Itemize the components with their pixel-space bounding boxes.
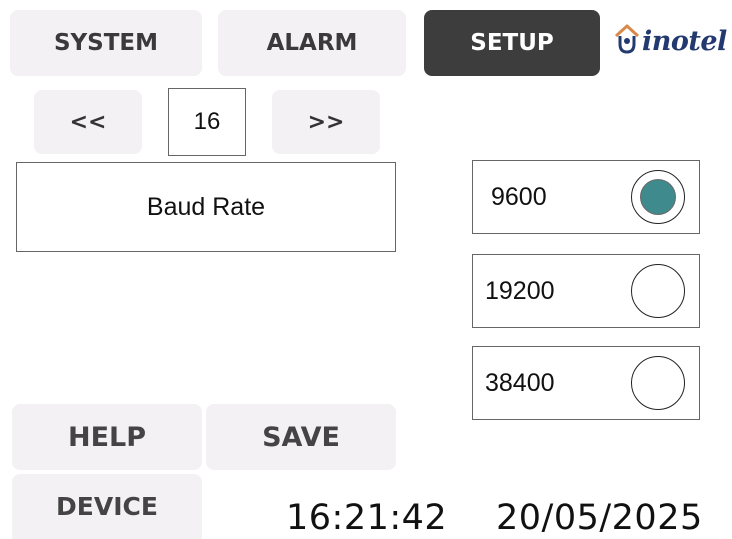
tab-alarm-label: ALARM [266, 30, 358, 56]
prev-page-button[interactable]: << [34, 90, 142, 154]
parameter-label-box: Baud Rate [16, 162, 396, 252]
logo-text: inotel [642, 25, 727, 57]
option-label: 38400 [485, 368, 555, 397]
page-number: 16 [168, 88, 246, 156]
page-number-value: 16 [193, 108, 221, 135]
option-label: 9600 [491, 182, 547, 211]
option-label: 19200 [485, 276, 555, 305]
help-button[interactable]: HELP [12, 404, 202, 470]
option-9600[interactable]: 9600 [472, 160, 700, 234]
option-19200[interactable]: 19200 [472, 254, 700, 328]
parameter-label: Baud Rate [146, 192, 266, 221]
help-label: HELP [67, 421, 147, 453]
save-button[interactable]: SAVE [206, 404, 396, 470]
device-label: DEVICE [56, 492, 158, 521]
clock-time: 16:21:42 [286, 498, 448, 538]
option-38400[interactable]: 38400 [472, 346, 700, 420]
tab-setup[interactable]: SETUP [424, 10, 600, 76]
radio-button-selected[interactable] [631, 170, 685, 224]
save-label: SAVE [262, 421, 340, 453]
tab-system-label: SYSTEM [53, 30, 159, 56]
house-icon [614, 22, 640, 60]
brand-logo: inotel [614, 18, 730, 64]
device-button[interactable]: DEVICE [12, 474, 202, 539]
tab-setup-label: SETUP [470, 30, 554, 56]
radio-button[interactable] [631, 264, 685, 318]
radio-button[interactable] [631, 356, 685, 410]
clock-date: 20/05/2025 [496, 498, 703, 538]
radio-dot [640, 179, 676, 215]
tab-system[interactable]: SYSTEM [10, 10, 202, 76]
next-page-button[interactable]: >> [272, 90, 380, 154]
tab-alarm[interactable]: ALARM [218, 10, 406, 76]
prev-page-label: << [69, 109, 107, 135]
next-page-label: >> [307, 109, 345, 135]
